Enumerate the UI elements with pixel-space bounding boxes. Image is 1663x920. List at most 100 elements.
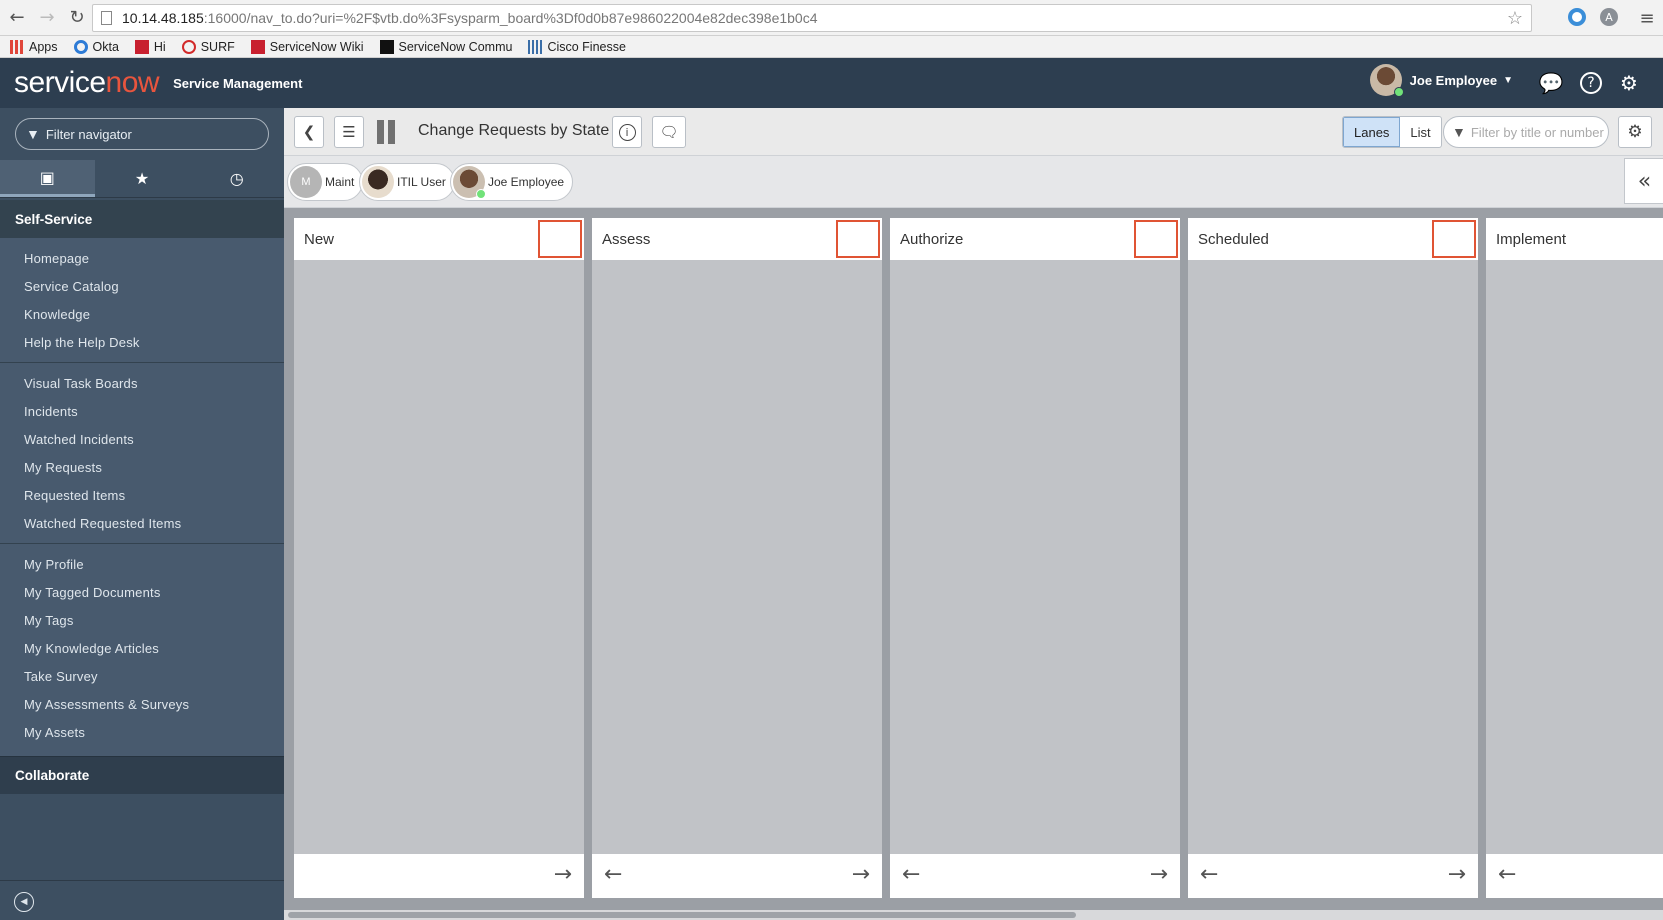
- module-requested-items[interactable]: Requested Items: [0, 481, 284, 509]
- help-icon[interactable]: ?: [1580, 72, 1602, 94]
- main-content: ❮ ☰ Change Requests by State i 🗨 Lanes L…: [284, 108, 1663, 920]
- user-name: Joe Employee: [1409, 72, 1498, 88]
- member-joe-employee[interactable]: Joe Employee: [450, 163, 574, 201]
- section-collaborate[interactable]: Collaborate: [0, 756, 284, 794]
- servicenow-now-icon: [379, 39, 394, 54]
- add-card-button[interactable]: [836, 220, 880, 258]
- chrome-menu-icon[interactable]: ≡: [1634, 5, 1660, 31]
- application-navigator: ▼ Filter navigator ▣ ★ ◷ Self-Service Ho…: [0, 108, 284, 920]
- tab-history[interactable]: ◷: [189, 160, 284, 197]
- bookmark-okta[interactable]: Okta: [73, 39, 119, 54]
- horizontal-scrollbar[interactable]: [284, 910, 1663, 920]
- move-lane-left-arrow-icon[interactable]: ←: [902, 862, 920, 887]
- module-take-survey[interactable]: Take Survey: [0, 662, 284, 690]
- bookmark-apps[interactable]: Apps: [10, 39, 58, 54]
- board-settings-button[interactable]: ⚙: [1618, 116, 1652, 148]
- collapse-navigator-icon[interactable]: ◀: [14, 892, 34, 912]
- board-chat-button[interactable]: 🗨: [652, 116, 686, 148]
- module-visual-task-boards[interactable]: Visual Task Boards: [0, 369, 284, 397]
- bookmark-surf[interactable]: SURF: [181, 39, 235, 54]
- module-my-requests[interactable]: My Requests: [0, 453, 284, 481]
- gear-icon[interactable]: ⚙: [1616, 70, 1642, 96]
- module-my-assessments-surveys[interactable]: My Assessments & Surveys: [0, 690, 284, 718]
- forward-arrow-icon[interactable]: →: [34, 5, 60, 31]
- chat-bubbles-icon[interactable]: 💬: [1538, 70, 1564, 96]
- member-label: ITIL User: [397, 175, 446, 189]
- move-lane-left-arrow-icon[interactable]: ←: [1498, 862, 1516, 887]
- extension-circle-icon[interactable]: [1568, 8, 1586, 26]
- board-title: Change Requests by State: [418, 122, 610, 139]
- expand-side-panel-button[interactable]: «: [1624, 158, 1663, 204]
- module-my-assets[interactable]: My Assets: [0, 718, 284, 746]
- move-lane-right-arrow-icon[interactable]: →: [1448, 862, 1466, 887]
- back-arrow-icon[interactable]: ←: [4, 5, 30, 31]
- bookmark-servicenow-community[interactable]: ServiceNow Commu: [379, 39, 512, 54]
- move-lane-right-arrow-icon[interactable]: →: [554, 862, 572, 887]
- lane-header: Implement: [1486, 218, 1663, 260]
- section-self-service[interactable]: Self-Service: [0, 200, 284, 238]
- bookmark-servicenow-wiki[interactable]: ServiceNow Wiki: [250, 39, 364, 54]
- avatar: M: [290, 166, 322, 198]
- board-lanes: New → Assess ← → Authorize ← → Scheduled…: [284, 208, 1663, 910]
- module-homepage[interactable]: Homepage: [0, 244, 284, 272]
- pause-icon[interactable]: [377, 120, 397, 144]
- move-lane-left-arrow-icon[interactable]: ←: [604, 862, 622, 887]
- filter-navigator-input[interactable]: ▼ Filter navigator: [15, 118, 269, 150]
- module-watched-requested-items[interactable]: Watched Requested Items: [0, 509, 284, 537]
- lane-new: New →: [294, 218, 584, 898]
- add-card-button[interactable]: [1432, 220, 1476, 258]
- lanes-view-button[interactable]: Lanes: [1343, 117, 1401, 147]
- module-my-tags[interactable]: My Tags: [0, 606, 284, 634]
- move-lane-left-arrow-icon[interactable]: ←: [1200, 862, 1218, 887]
- lane-header: New: [294, 218, 584, 260]
- module-service-catalog[interactable]: Service Catalog: [0, 272, 284, 300]
- bookmark-star-icon[interactable]: ☆: [1507, 8, 1523, 29]
- list-view-button[interactable]: List: [1400, 117, 1440, 147]
- lane-footer: ← →: [592, 854, 882, 898]
- servicenow-logo[interactable]: servicenow: [14, 66, 160, 100]
- lane-title: Implement: [1496, 231, 1567, 248]
- module-group: Homepage Service Catalog Knowledge Help …: [0, 244, 284, 363]
- tab-favorites[interactable]: ★: [95, 160, 190, 197]
- member-label: Joe Employee: [488, 175, 565, 189]
- back-button[interactable]: ❮: [294, 116, 324, 148]
- power-icon: [181, 39, 196, 54]
- reload-icon[interactable]: ↻: [64, 5, 90, 31]
- address-bar[interactable]: 10.14.48.185:16000/nav_to.do?uri=%2F$vtb…: [92, 4, 1532, 32]
- board-list-button[interactable]: ☰: [334, 116, 364, 148]
- member-itil-user[interactable]: ITIL User: [359, 163, 455, 201]
- bookmark-hi[interactable]: Hi: [134, 39, 166, 54]
- move-lane-right-arrow-icon[interactable]: →: [852, 862, 870, 887]
- move-lane-right-arrow-icon[interactable]: →: [1150, 862, 1168, 887]
- member-maint[interactable]: M Maint: [287, 163, 364, 201]
- module-incidents[interactable]: Incidents: [0, 397, 284, 425]
- bookmark-cisco-finesse[interactable]: Cisco Finesse: [528, 39, 626, 54]
- add-card-button[interactable]: [1134, 220, 1178, 258]
- online-status-icon: [476, 189, 486, 199]
- navigator-footer: ◀: [0, 880, 284, 920]
- cisco-icon: [528, 39, 543, 54]
- lane-title: Scheduled: [1198, 231, 1269, 248]
- url-host: 10.14.48.185: [122, 10, 204, 26]
- module-my-knowledge-articles[interactable]: My Knowledge Articles: [0, 634, 284, 662]
- lane-header: Assess: [592, 218, 882, 260]
- filter-by-title-input[interactable]: ▼ Filter by title or number: [1443, 116, 1609, 148]
- lane-title: Assess: [602, 231, 651, 248]
- scrollbar-thumb[interactable]: [288, 912, 1076, 918]
- module-help-the-help-desk[interactable]: Help the Help Desk: [0, 328, 284, 356]
- extension-a-icon[interactable]: A: [1600, 8, 1618, 26]
- module-watched-incidents[interactable]: Watched Incidents: [0, 425, 284, 453]
- module-my-tagged-documents[interactable]: My Tagged Documents: [0, 578, 284, 606]
- list-bullets-icon: ☰: [342, 123, 356, 141]
- tab-all-apps[interactable]: ▣: [0, 160, 95, 197]
- chevron-left-icon: ❮: [302, 123, 316, 141]
- lane-scheduled: Scheduled ← →: [1188, 218, 1478, 898]
- servicenow-now-icon: [134, 39, 149, 54]
- module-my-profile[interactable]: My Profile: [0, 550, 284, 578]
- module-knowledge[interactable]: Knowledge: [0, 300, 284, 328]
- user-menu[interactable]: Joe Employee ▼: [1369, 64, 1513, 97]
- add-card-button[interactable]: [538, 220, 582, 258]
- gear-icon: ⚙: [1627, 122, 1643, 142]
- avatar: [453, 166, 486, 199]
- board-info-button[interactable]: i: [612, 116, 642, 148]
